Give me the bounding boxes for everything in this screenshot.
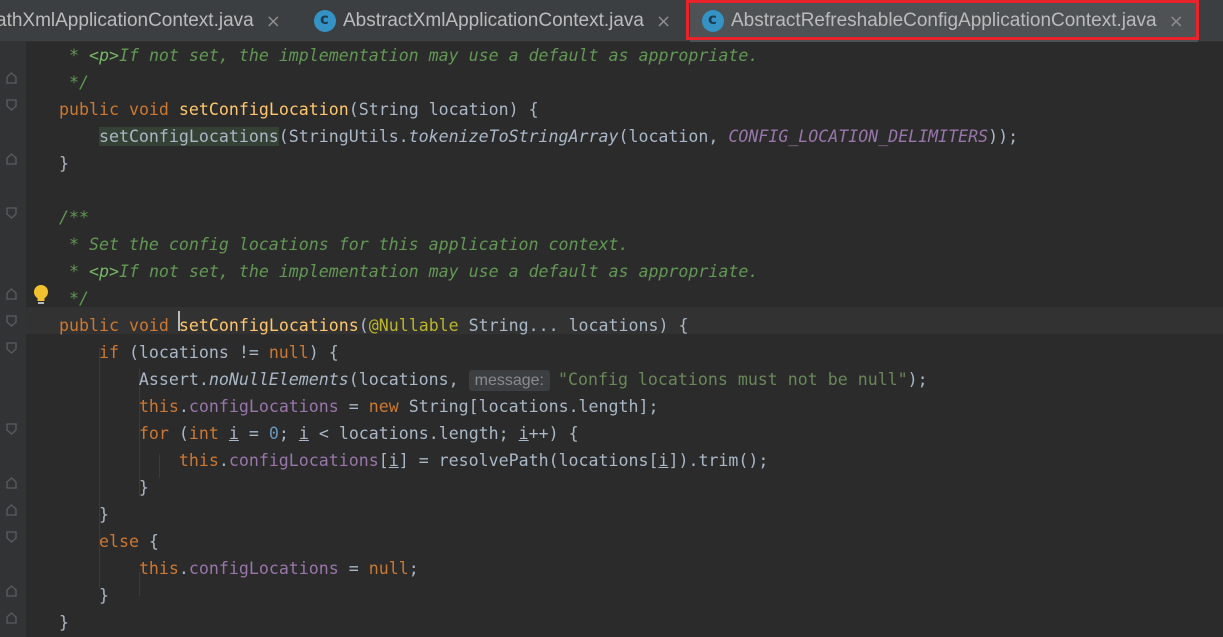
code-line[interactable]: * <p>If not set, the implementation may … <box>59 258 758 285</box>
editor-tab-bar: athXmlApplicationContext.java × Abstract… <box>0 0 1223 42</box>
code-line[interactable]: } <box>59 582 109 609</box>
code-line[interactable]: if (locations != null) { <box>59 339 339 366</box>
code-area[interactable]: * <p>If not set, the implementation may … <box>0 42 1223 637</box>
text-caret <box>178 311 180 331</box>
tab-title: athXmlApplicationContext.java <box>0 10 254 31</box>
code-line[interactable]: this.configLocations = new String[locati… <box>59 393 659 420</box>
code-line[interactable]: for (int i = 0; i < locations.length; i+… <box>59 420 579 447</box>
code-line[interactable]: */ <box>59 285 89 312</box>
java-class-icon <box>702 10 724 32</box>
close-icon[interactable]: × <box>266 11 281 32</box>
code-line[interactable]: * Set the config locations for this appl… <box>59 231 628 258</box>
code-editor[interactable]: * <p>If not set, the implementation may … <box>0 42 1223 637</box>
code-line[interactable]: setConfigLocations(StringUtils.tokenizeT… <box>59 123 1018 150</box>
tab-abstract-refreshable-config-application-context[interactable]: AbstractRefreshableConfigApplicationCont… <box>690 0 1198 42</box>
tab-path-xml-application-context[interactable]: athXmlApplicationContext.java × <box>0 0 281 42</box>
java-class-icon <box>314 10 336 32</box>
code-line[interactable]: */ <box>59 69 89 96</box>
code-line[interactable]: this.configLocations[i] = resolvePath(lo… <box>59 447 768 474</box>
code-line[interactable]: else { <box>59 528 159 555</box>
code-line[interactable]: } <box>59 150 69 177</box>
close-icon[interactable]: × <box>656 11 671 32</box>
code-line[interactable]: } <box>59 609 69 636</box>
code-line[interactable]: * <p>If not set, the implementation may … <box>59 42 758 69</box>
close-icon[interactable]: × <box>1169 11 1184 32</box>
code-line[interactable]: Assert.noNullElements(locations, message… <box>59 366 928 393</box>
code-line[interactable]: } <box>59 501 109 528</box>
tab-abstract-xml-application-context[interactable]: AbstractXmlApplicationContext.java × <box>314 0 671 42</box>
code-line[interactable]: public void setConfigLocations(@Nullable… <box>59 312 688 339</box>
tab-title: AbstractXmlApplicationContext.java <box>343 10 644 31</box>
parameter-hint: message: <box>468 370 550 391</box>
code-line[interactable]: } <box>59 474 149 501</box>
code-line[interactable]: /** <box>59 204 89 231</box>
code-line[interactable]: this.configLocations = null; <box>59 555 419 582</box>
tab-title: AbstractRefreshableConfigApplicationCont… <box>731 10 1157 31</box>
code-line[interactable]: public void setConfigLocation(String loc… <box>59 96 539 123</box>
